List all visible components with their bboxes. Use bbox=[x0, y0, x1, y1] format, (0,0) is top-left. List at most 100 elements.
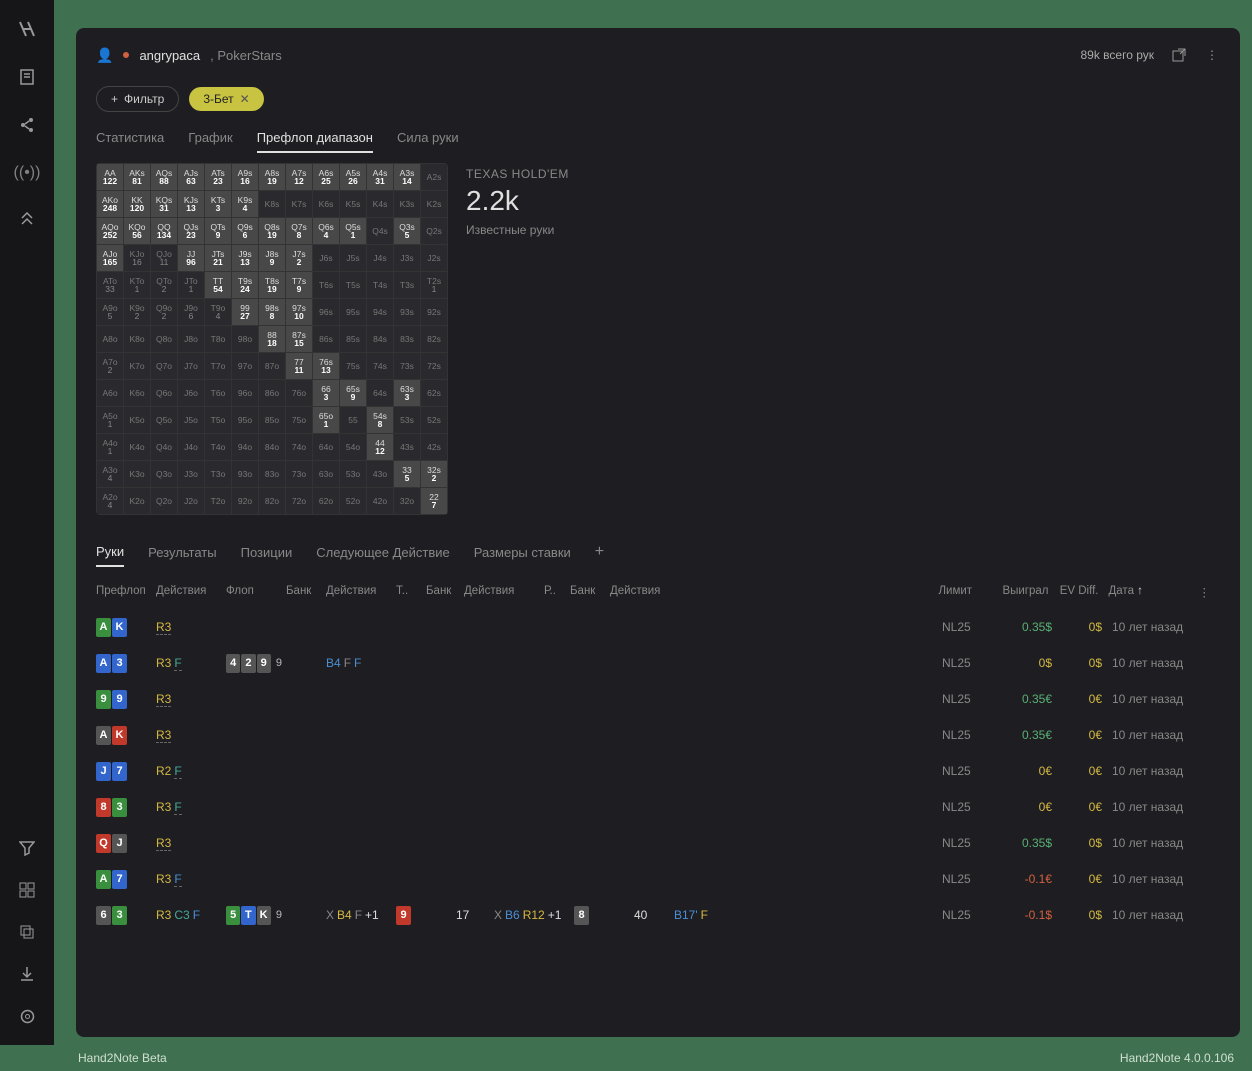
range-cell[interactable]: AQs88 bbox=[151, 164, 177, 190]
range-cell[interactable]: A6o bbox=[97, 380, 123, 406]
range-cell[interactable]: K9s4 bbox=[232, 191, 258, 217]
tab-bet-sizes[interactable]: Размеры ставки bbox=[474, 545, 571, 566]
range-cell[interactable]: 4412 bbox=[367, 434, 393, 460]
range-cell[interactable]: 93o bbox=[232, 461, 258, 487]
range-cell[interactable]: K7s bbox=[286, 191, 312, 217]
table-more-icon[interactable]: ⋮ bbox=[1199, 585, 1211, 599]
hand-row[interactable]: 63R3 C3 F5TK9X B4 F +1917X B6 R12 +1840B… bbox=[96, 897, 1220, 933]
range-cell[interactable]: J2o bbox=[178, 488, 204, 514]
range-cell[interactable]: T5o bbox=[205, 407, 231, 433]
hdr-actions-2[interactable]: Действия bbox=[326, 585, 396, 599]
tab-strength[interactable]: Сила руки bbox=[397, 130, 459, 153]
range-cell[interactable]: J6s bbox=[313, 245, 339, 271]
range-cell[interactable]: 52s bbox=[421, 407, 447, 433]
range-cell[interactable]: A5s26 bbox=[340, 164, 366, 190]
range-cell[interactable]: K8s bbox=[259, 191, 285, 217]
range-cell[interactable]: 93s bbox=[394, 299, 420, 325]
range-cell[interactable]: KTo1 bbox=[124, 272, 150, 298]
range-cell[interactable]: T8s19 bbox=[259, 272, 285, 298]
range-cell[interactable]: QTs9 bbox=[205, 218, 231, 244]
range-cell[interactable]: K4o bbox=[124, 434, 150, 460]
range-cell[interactable]: J4s bbox=[367, 245, 393, 271]
tab-stats[interactable]: Статистика bbox=[96, 130, 164, 153]
range-cell[interactable]: 42o bbox=[367, 488, 393, 514]
range-cell[interactable]: Q5o bbox=[151, 407, 177, 433]
hand-row[interactable]: J7R2 FNL250€0€10 лет назад bbox=[96, 753, 1220, 789]
range-cell[interactable]: JTs21 bbox=[205, 245, 231, 271]
range-cell[interactable]: A9s16 bbox=[232, 164, 258, 190]
range-cell[interactable]: 72o bbox=[286, 488, 312, 514]
tab-next-action[interactable]: Следующее Действие bbox=[316, 545, 450, 566]
range-cell[interactable]: K7o bbox=[124, 353, 150, 379]
tab-positions[interactable]: Позиции bbox=[241, 545, 293, 566]
range-cell[interactable]: A7s12 bbox=[286, 164, 312, 190]
range-cell[interactable]: AA122 bbox=[97, 164, 123, 190]
tab-chart[interactable]: График bbox=[188, 130, 232, 153]
range-cell[interactable]: A9o5 bbox=[97, 299, 123, 325]
hdr-actions-3[interactable]: Действия bbox=[464, 585, 544, 599]
hand-row[interactable]: 83R3 FNL250€0€10 лет назад bbox=[96, 789, 1220, 825]
range-cell[interactable]: 96s bbox=[313, 299, 339, 325]
range-cell[interactable]: Q2s bbox=[421, 218, 447, 244]
live-icon[interactable]: ((•)) bbox=[14, 164, 41, 182]
range-cell[interactable]: J4o bbox=[178, 434, 204, 460]
range-cell[interactable]: 7711 bbox=[286, 353, 312, 379]
range-cell[interactable]: 83o bbox=[259, 461, 285, 487]
range-cell[interactable]: J5s bbox=[340, 245, 366, 271]
range-cell[interactable]: 52o bbox=[340, 488, 366, 514]
hdr-won[interactable]: Выиграл bbox=[987, 585, 1049, 599]
range-cell[interactable]: 97o bbox=[232, 353, 258, 379]
range-cell[interactable]: 92s bbox=[421, 299, 447, 325]
range-cell[interactable]: K2o bbox=[124, 488, 150, 514]
range-cell[interactable]: Q9s6 bbox=[232, 218, 258, 244]
filter-chip-3bet[interactable]: 3-Бет ✕ bbox=[189, 87, 263, 111]
range-cell[interactable]: 53o bbox=[340, 461, 366, 487]
range-cell[interactable]: J5o bbox=[178, 407, 204, 433]
range-cell[interactable]: 42s bbox=[421, 434, 447, 460]
range-cell[interactable]: AJs63 bbox=[178, 164, 204, 190]
hdr-limit[interactable]: Лимит bbox=[939, 585, 987, 599]
share-icon[interactable] bbox=[18, 116, 36, 134]
add-tab-button[interactable]: + bbox=[595, 543, 604, 567]
range-cell[interactable]: 82s bbox=[421, 326, 447, 352]
hdr-evdiff[interactable]: EV Diff. bbox=[1049, 585, 1099, 599]
remove-filter-icon[interactable]: ✕ bbox=[240, 92, 250, 106]
range-cell[interactable]: Q3s5 bbox=[394, 218, 420, 244]
range-cell[interactable]: 92o bbox=[232, 488, 258, 514]
range-cell[interactable]: Q5s1 bbox=[340, 218, 366, 244]
more-icon[interactable]: ⋮ bbox=[1204, 46, 1220, 64]
range-cell[interactable]: A2s bbox=[421, 164, 447, 190]
range-cell[interactable]: J3o bbox=[178, 461, 204, 487]
range-cell[interactable]: 62o bbox=[313, 488, 339, 514]
range-cell[interactable]: 84s bbox=[367, 326, 393, 352]
range-cell[interactable]: T2o bbox=[205, 488, 231, 514]
range-cell[interactable]: A6s25 bbox=[313, 164, 339, 190]
range-cell[interactable]: Q4s bbox=[367, 218, 393, 244]
range-cell[interactable]: 54o bbox=[340, 434, 366, 460]
range-cell[interactable]: 95s bbox=[340, 299, 366, 325]
range-cell[interactable]: 73o bbox=[286, 461, 312, 487]
range-cell[interactable]: JTo1 bbox=[178, 272, 204, 298]
range-cell[interactable]: 96o bbox=[232, 380, 258, 406]
range-cell[interactable]: 32o bbox=[394, 488, 420, 514]
range-cell[interactable]: 9927 bbox=[232, 299, 258, 325]
range-cell[interactable]: J7s2 bbox=[286, 245, 312, 271]
tab-hands[interactable]: Руки bbox=[96, 544, 124, 567]
range-cell[interactable]: 32s2 bbox=[421, 461, 447, 487]
range-cell[interactable]: 72s bbox=[421, 353, 447, 379]
range-cell[interactable]: T9s24 bbox=[232, 272, 258, 298]
hand-row[interactable]: AKR3NL250.35$0$10 лет назад bbox=[96, 609, 1220, 645]
range-cell[interactable]: K3o bbox=[124, 461, 150, 487]
range-cell[interactable]: 75s bbox=[340, 353, 366, 379]
range-cell[interactable]: Q3o bbox=[151, 461, 177, 487]
range-cell[interactable]: 65o1 bbox=[313, 407, 339, 433]
range-cell[interactable]: A8s19 bbox=[259, 164, 285, 190]
hand-row[interactable]: AKR3NL250.35€0€10 лет назад bbox=[96, 717, 1220, 753]
gear-icon[interactable] bbox=[19, 1008, 36, 1025]
range-cell[interactable]: Q6s4 bbox=[313, 218, 339, 244]
range-cell[interactable]: T7o bbox=[205, 353, 231, 379]
range-cell[interactable]: KJo16 bbox=[124, 245, 150, 271]
range-cell[interactable]: A3o4 bbox=[97, 461, 123, 487]
download-icon[interactable] bbox=[19, 966, 35, 982]
range-cell[interactable]: 85o bbox=[259, 407, 285, 433]
